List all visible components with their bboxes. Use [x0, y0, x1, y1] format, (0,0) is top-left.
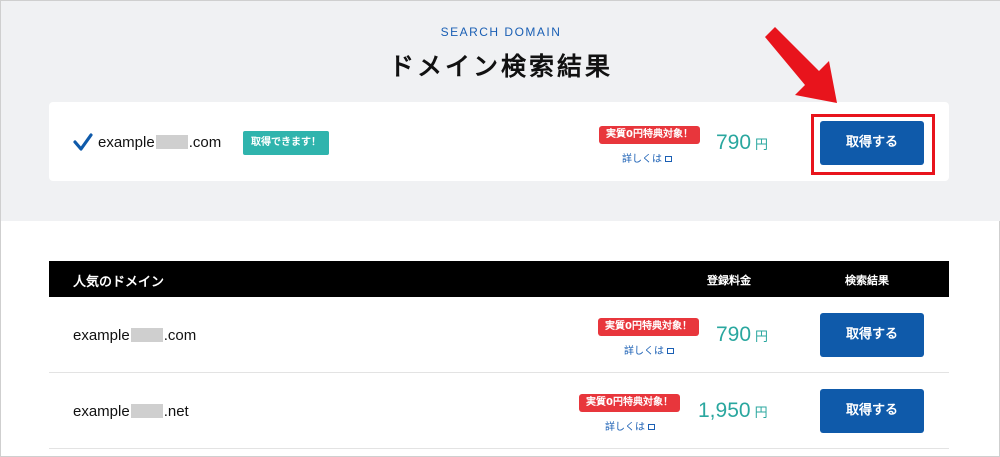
table-header: 人気のドメイン 登録料金 検索結果 [49, 261, 949, 297]
price: 790 円 [716, 131, 768, 155]
campaign-tag: 実質0円特典対象！ [579, 394, 680, 412]
domain-suffix: .com [163, 327, 197, 344]
available-badge: 取得できます！ [243, 131, 329, 155]
page-subtitle: SEARCH DOMAIN [440, 25, 562, 39]
domain-prefix: example [98, 134, 155, 151]
campaign-tag: 実質0円特典対象！ [598, 318, 699, 336]
detail-link-label: 詳しくは [624, 346, 664, 357]
page-title: ドメイン検索結果 [388, 52, 613, 81]
header-search-result: 検索結果 [845, 274, 889, 287]
price-value: 1,950 [698, 399, 751, 422]
price-currency: 円 [754, 405, 768, 420]
detail-link[interactable]: 詳しくは [624, 342, 674, 357]
external-link-icon [648, 424, 655, 430]
price-currency: 円 [755, 137, 769, 152]
external-link-icon [667, 348, 674, 354]
domain-prefix: example [73, 327, 130, 344]
price-value: 790 [716, 323, 752, 346]
detail-link[interactable]: 詳しくは [605, 418, 655, 433]
detail-link-label: 詳しくは [622, 154, 662, 165]
detail-link-label: 詳しくは [605, 422, 645, 433]
arrow-icon [765, 27, 837, 103]
table-row: example .net 実質0円特典対象！ 詳しくは 1,950 円 取得する [49, 373, 949, 449]
detail-link[interactable]: 詳しくは [622, 150, 672, 165]
header-registration-fee: 登録料金 [707, 274, 751, 287]
price: 790 円 [716, 323, 768, 347]
redacted-mask [130, 404, 163, 418]
acquire-button[interactable]: 取得する [820, 313, 924, 357]
highlight-box [811, 114, 935, 175]
domain-prefix: example [73, 403, 130, 420]
domain-suffix: .com [188, 134, 222, 151]
row-domain-name: example .com [73, 327, 196, 344]
check-icon [73, 133, 93, 151]
table-row: example .com 実質0円特典対象！ 詳しくは 790 円 取得する [49, 297, 949, 373]
redacted-mask [130, 328, 163, 342]
domain-suffix: .net [163, 403, 189, 420]
campaign-tag: 実質0円特典対象！ [599, 126, 700, 144]
price: 1,950 円 [698, 399, 768, 423]
acquire-button[interactable]: 取得する [820, 389, 924, 433]
price-currency: 円 [755, 329, 769, 344]
price-value: 790 [716, 131, 752, 154]
external-link-icon [665, 156, 672, 162]
row-domain-name: example .net [73, 403, 189, 420]
result-domain-name: example .com [98, 134, 221, 151]
redacted-mask [155, 135, 188, 149]
header-popular-domains: 人気のドメイン [73, 275, 165, 290]
